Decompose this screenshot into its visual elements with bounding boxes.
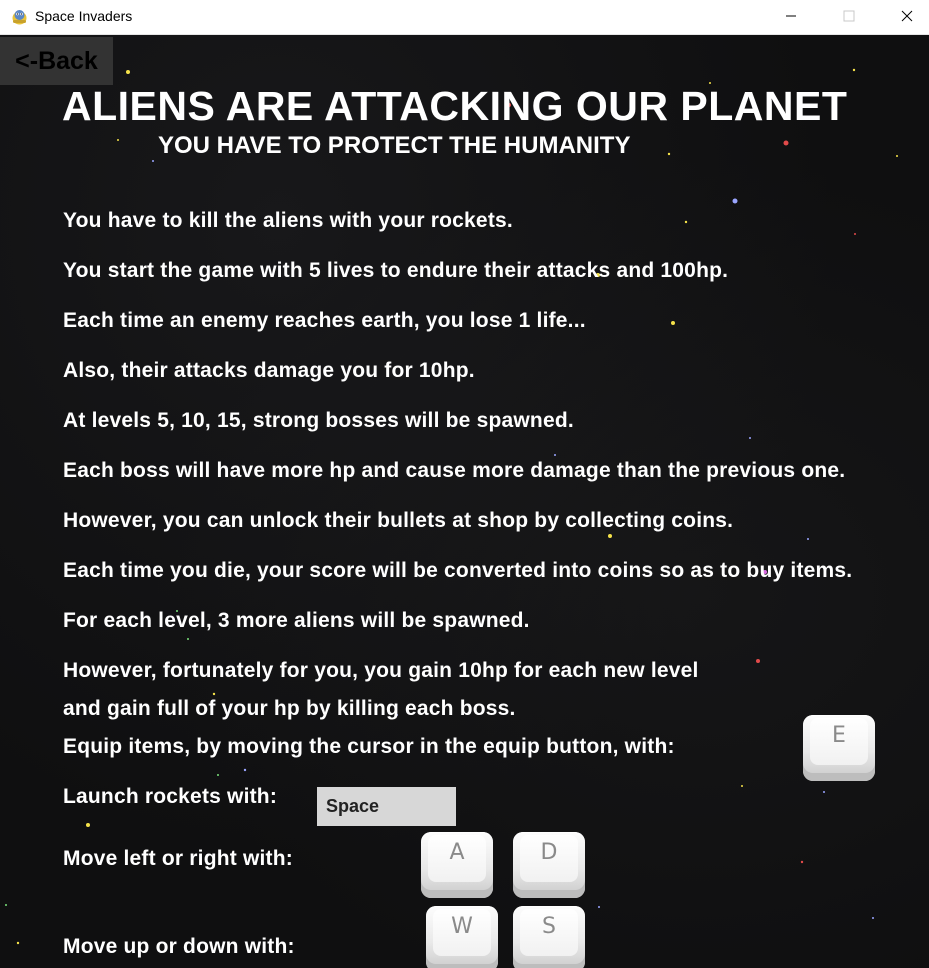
key-a-label: A	[449, 840, 465, 865]
close-button[interactable]	[878, 0, 929, 35]
instruction-line: Each time you die, your score will be co…	[63, 559, 853, 582]
key-s-label: S	[542, 914, 556, 939]
instruction-line: However, you can unlock their bullets at…	[63, 509, 734, 532]
page-title: ALIENS ARE ATTACKING OUR PLANET	[62, 83, 848, 129]
key-w-label: W	[451, 914, 473, 939]
close-icon	[901, 9, 913, 27]
minimize-button[interactable]	[762, 0, 820, 35]
instruction-line: and gain full of your hp by killing each…	[63, 697, 516, 720]
key-d-icon: D	[513, 832, 585, 898]
window-title: Space Invaders	[35, 8, 133, 24]
key-e-label: E	[832, 723, 846, 748]
equip-label: Equip items, by moving the cursor in the…	[63, 735, 675, 758]
instruction-line: Each boss will have more hp and cause mo…	[63, 459, 846, 482]
key-w-icon: W	[426, 906, 498, 968]
game-canvas: <-Back ALIENS ARE ATTACKING OUR PLANET Y…	[0, 35, 929, 968]
instruction-line: However, fortunately for you, you gain 1…	[63, 659, 699, 682]
key-space-icon: Space	[317, 787, 456, 826]
minimize-icon	[785, 9, 797, 27]
starfield-background	[5, 68, 898, 945]
instruction-line: Each time an enemy reaches earth, you lo…	[63, 309, 586, 332]
python-snake-icon	[10, 7, 29, 26]
instruction-line: Also, their attacks damage you for 10hp.	[63, 359, 475, 382]
move-left-right-label: Move left or right with:	[63, 847, 293, 870]
instruction-line: At levels 5, 10, 15, strong bosses will …	[63, 409, 574, 432]
key-a-icon: A	[421, 832, 493, 898]
window-titlebar: Space Invaders	[0, 0, 929, 35]
launch-label: Launch rockets with:	[63, 785, 278, 808]
instruction-line: You have to kill the aliens with your ro…	[63, 209, 513, 232]
maximize-button	[820, 0, 878, 35]
move-up-down-label: Move up or down with:	[63, 935, 295, 958]
maximize-icon	[843, 9, 855, 27]
instruction-line: For each level, 3 more aliens will be sp…	[63, 609, 530, 632]
instruction-line: You start the game with 5 lives to endur…	[63, 259, 729, 282]
page-subtitle: YOU HAVE TO PROTECT THE HUMANITY	[158, 132, 631, 159]
key-s-icon: S	[513, 906, 585, 968]
key-e-icon: E	[803, 715, 875, 781]
key-d-label: D	[540, 840, 558, 865]
back-button[interactable]: <-Back	[0, 37, 113, 85]
